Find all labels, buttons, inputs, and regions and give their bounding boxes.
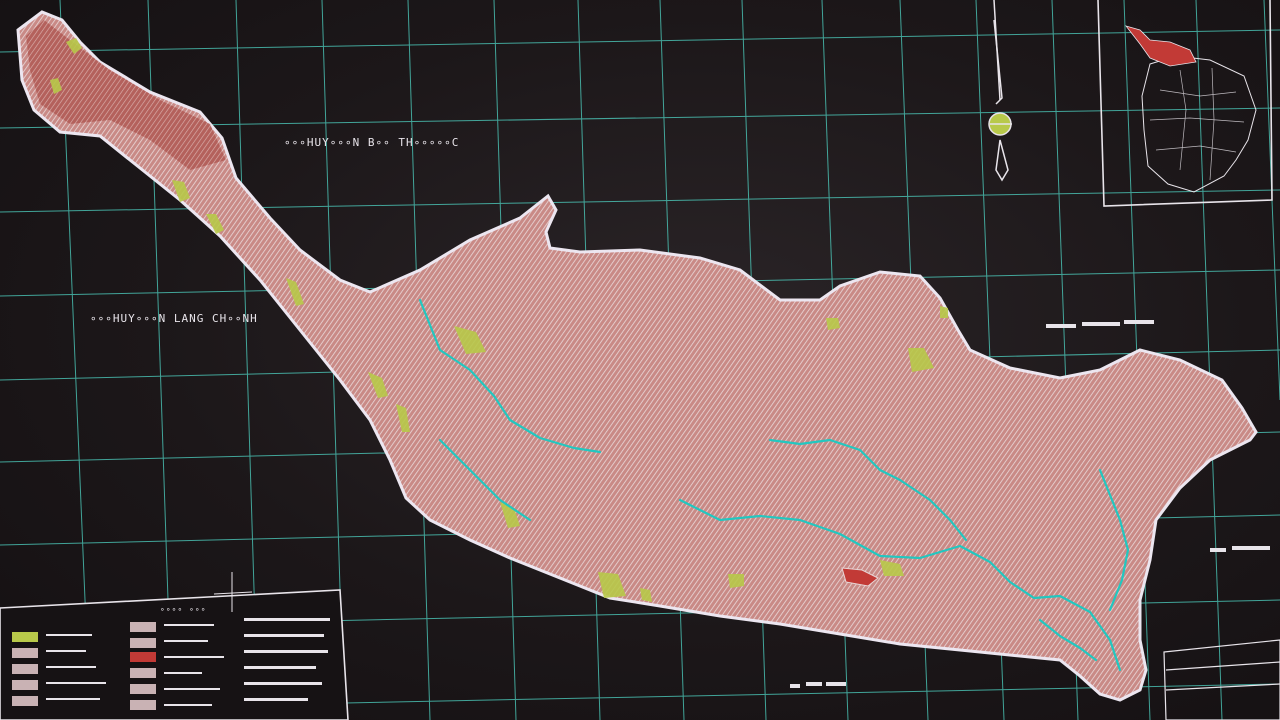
map-canvas[interactable]: ∘∘∘HUY∘∘∘N B∘∘ TH∘∘∘∘∘C ∘∘∘HUY∘∘∘N LANG … [0, 0, 1280, 720]
legend-title: ∘∘∘∘ ∘∘∘ [160, 605, 207, 614]
label-district-west: ∘∘∘HUY∘∘∘N LANG CH∘∘NH [90, 312, 258, 325]
cad-viewport[interactable]: ∘∘∘HUY∘∘∘N B∘∘ TH∘∘∘∘∘C ∘∘∘HUY∘∘∘N LANG … [0, 0, 1280, 720]
north-arrow-icon [988, 0, 1012, 182]
legend-panel[interactable]: ∘∘∘∘ ∘∘∘ [0, 572, 349, 720]
label-district-north: ∘∘∘HUY∘∘∘N B∘∘ TH∘∘∘∘∘C [284, 136, 459, 149]
